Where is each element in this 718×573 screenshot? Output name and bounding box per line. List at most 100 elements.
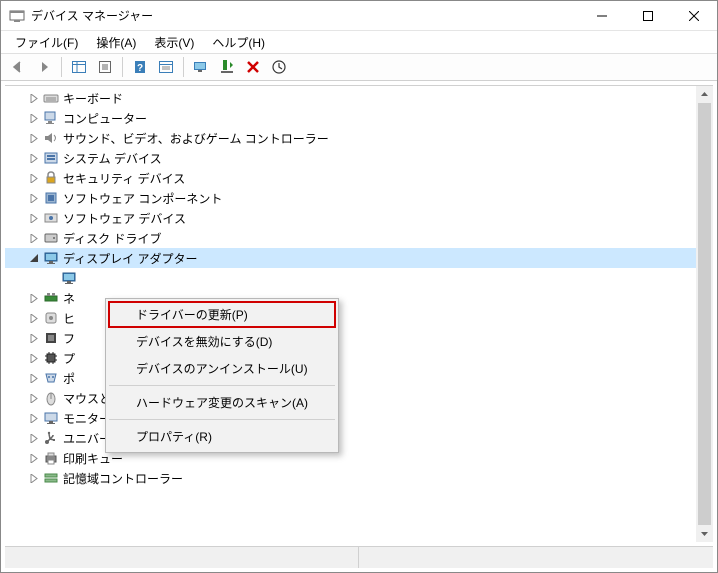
nav-forward-button[interactable]: [32, 55, 56, 79]
tree-node-label: ネ: [63, 290, 75, 307]
system-icon: [43, 150, 59, 166]
titlebar: デバイス マネージャー: [1, 1, 717, 31]
tree-node[interactable]: コンピューター: [5, 108, 696, 128]
scroll-down-arrow[interactable]: [696, 525, 713, 542]
tree-node-label: キーボード: [63, 90, 123, 107]
status-left: [5, 547, 359, 568]
tree-node[interactable]: ディスク ドライブ: [5, 228, 696, 248]
softdev-icon: [43, 210, 59, 226]
expand-icon[interactable]: [27, 111, 41, 125]
hid-icon: [43, 310, 59, 326]
usb-icon: [43, 430, 59, 446]
expand-icon[interactable]: [27, 471, 41, 485]
uninstall-device-button[interactable]: [241, 55, 265, 79]
scroll-track[interactable]: [696, 103, 713, 525]
expand-icon[interactable]: [27, 331, 41, 345]
context-menu-item[interactable]: デバイスを無効にする(D): [108, 328, 336, 355]
tree-node[interactable]: キーボード: [5, 88, 696, 108]
mouse-icon: [43, 390, 59, 406]
close-button[interactable]: [671, 1, 717, 31]
expand-icon[interactable]: [27, 311, 41, 325]
expand-icon[interactable]: [27, 171, 41, 185]
tree-node-label: ヒ: [63, 310, 75, 327]
context-menu-item[interactable]: ハードウェア変更のスキャン(A): [108, 389, 336, 416]
tree-node-label: ディスク ドライブ: [63, 230, 162, 247]
expand-icon[interactable]: [27, 211, 41, 225]
tree-node-label: ディスプレイ アダプター: [63, 250, 198, 267]
app-icon: [9, 8, 25, 24]
status-right: [359, 547, 713, 568]
firmware-icon: [43, 330, 59, 346]
toolbar: ?: [1, 53, 717, 81]
tree-node-label: ソフトウェア コンポーネント: [63, 190, 222, 207]
tree-node-label: サウンド、ビデオ、およびゲーム コントローラー: [63, 130, 329, 147]
keyboard-icon: [43, 90, 59, 106]
context-menu-item[interactable]: プロパティ(R): [108, 423, 336, 450]
tree-node[interactable]: システム デバイス: [5, 148, 696, 168]
monitor-icon: [43, 410, 59, 426]
menu-view[interactable]: 表示(V): [146, 32, 202, 53]
security-icon: [43, 170, 59, 186]
scroll-thumb[interactable]: [698, 103, 711, 525]
menu-action[interactable]: 操作(A): [88, 32, 144, 53]
context-menu-item[interactable]: ドライバーの更新(P): [108, 301, 336, 328]
storage-icon: [43, 470, 59, 486]
expand-icon[interactable]: [27, 451, 41, 465]
expand-icon[interactable]: [27, 151, 41, 165]
display-icon: [61, 270, 77, 286]
display-icon: [43, 250, 59, 266]
update-driver-button[interactable]: [189, 55, 213, 79]
tree-node-label: 記憶域コントローラー: [63, 470, 183, 487]
processor-icon: [43, 350, 59, 366]
tree-node-label: セキュリティ デバイス: [63, 170, 185, 187]
sound-icon: [43, 130, 59, 146]
expand-icon[interactable]: [27, 371, 41, 385]
maximize-button[interactable]: [625, 1, 671, 31]
component-icon: [43, 190, 59, 206]
svg-text:?: ?: [137, 63, 143, 74]
tree-node[interactable]: ソフトウェア デバイス: [5, 208, 696, 228]
menu-file[interactable]: ファイル(F): [7, 32, 86, 53]
context-menu: ドライバーの更新(P)デバイスを無効にする(D)デバイスのアンインストール(U)…: [105, 298, 339, 453]
expand-icon[interactable]: [27, 191, 41, 205]
tree-node-label: プ: [63, 350, 75, 367]
tree-node[interactable]: サウンド、ビデオ、およびゲーム コントローラー: [5, 128, 696, 148]
expand-icon[interactable]: [27, 291, 41, 305]
tree-node[interactable]: ソフトウェア コンポーネント: [5, 188, 696, 208]
details-button[interactable]: [154, 55, 178, 79]
expand-icon: [45, 271, 59, 285]
expand-icon[interactable]: [27, 231, 41, 245]
context-menu-separator: [109, 419, 335, 420]
help-button[interactable]: ?: [128, 55, 152, 79]
expand-icon[interactable]: [27, 391, 41, 405]
disk-icon: [43, 230, 59, 246]
nav-back-button[interactable]: [6, 55, 30, 79]
vertical-scrollbar[interactable]: [696, 86, 713, 542]
context-menu-item[interactable]: デバイスのアンインストール(U): [108, 355, 336, 382]
minimize-button[interactable]: [579, 1, 625, 31]
tree-node-label: コンピューター: [63, 110, 147, 127]
tree-node[interactable]: セキュリティ デバイス: [5, 168, 696, 188]
menubar: ファイル(F) 操作(A) 表示(V) ヘルプ(H): [1, 31, 717, 53]
computer-icon: [43, 110, 59, 126]
expand-icon[interactable]: [27, 431, 41, 445]
tree-node-label: モニター: [63, 410, 111, 427]
expand-icon[interactable]: [27, 131, 41, 145]
network-icon: [43, 290, 59, 306]
tree-node-label: システム デバイス: [63, 150, 162, 167]
properties-button[interactable]: [93, 55, 117, 79]
printer-icon: [43, 450, 59, 466]
enable-device-button[interactable]: [215, 55, 239, 79]
tree-node[interactable]: [5, 268, 696, 288]
tree-node[interactable]: 記憶域コントローラー: [5, 468, 696, 488]
menu-help[interactable]: ヘルプ(H): [204, 32, 273, 53]
tree-node[interactable]: ディスプレイ アダプター: [5, 248, 696, 268]
show-hide-tree-button[interactable]: [67, 55, 91, 79]
expand-icon[interactable]: [27, 351, 41, 365]
scan-hardware-button[interactable]: [267, 55, 291, 79]
collapse-icon[interactable]: [27, 251, 41, 265]
tree-node-label: ソフトウェア デバイス: [63, 210, 186, 227]
expand-icon[interactable]: [27, 411, 41, 425]
expand-icon[interactable]: [27, 91, 41, 105]
scroll-up-arrow[interactable]: [696, 86, 713, 103]
